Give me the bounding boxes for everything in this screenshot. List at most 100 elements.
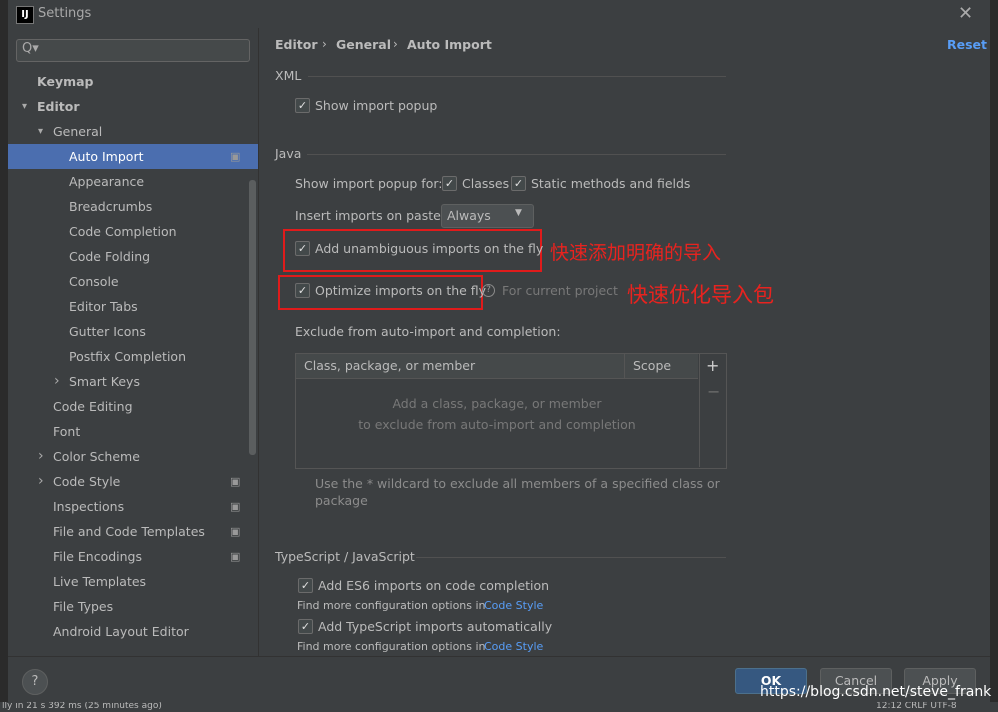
project-settings-icon: ▣ — [230, 525, 241, 538]
help-button[interactable]: ? — [22, 669, 48, 695]
add-unambiguous-checkbox[interactable]: ✓ — [295, 241, 310, 256]
sidebar-item[interactable]: › Color Scheme — [8, 444, 258, 469]
sidebar-item-label: Editor — [37, 99, 80, 114]
column-header-class[interactable]: Class, package, or member — [304, 358, 475, 373]
chevron-right-icon[interactable]: › — [54, 369, 60, 394]
sidebar-item[interactable]: ▾ General — [8, 119, 258, 144]
table-toolbar-divider — [699, 354, 700, 467]
remove-icon: − — [707, 382, 721, 401]
sidebar-item-label: Console — [69, 274, 119, 289]
sidebar-item[interactable]: Code Completion — [8, 219, 258, 244]
sidebar-scrollbar[interactable] — [249, 180, 256, 455]
annotation-note-optimize: 快速优化导入包 — [627, 283, 774, 307]
find-more-label: Find more configuration options in — [297, 599, 486, 612]
add-icon[interactable]: + — [706, 356, 719, 375]
breadcrumb-auto-import: Auto Import — [407, 37, 492, 52]
chevron-right-icon[interactable]: › — [38, 469, 44, 494]
window-title: Settings — [38, 6, 92, 21]
code-style-link[interactable]: Code Style — [484, 640, 543, 653]
breadcrumb-editor[interactable]: Editor — [275, 37, 318, 52]
static-methods-checkbox[interactable]: ✓ — [511, 176, 526, 191]
insert-on-paste-value: Always — [447, 208, 491, 223]
show-import-popup-checkbox[interactable]: ✓ — [295, 98, 310, 113]
wildcard-hint-line-2: package — [315, 493, 368, 508]
add-unambiguous-label: Add unambiguous imports on the fly — [315, 241, 544, 256]
sidebar-item-label: Code Editing — [53, 399, 133, 414]
project-settings-icon: ▣ — [230, 475, 241, 488]
classes-checkbox[interactable]: ✓ — [442, 176, 457, 191]
code-style-link[interactable]: Code Style — [484, 599, 543, 612]
sidebar-item-label: Inspections — [53, 499, 125, 514]
optimize-imports-checkbox[interactable]: ✓ — [295, 283, 310, 298]
sidebar-item[interactable]: Appearance — [8, 169, 258, 194]
sidebar-item[interactable]: › Smart Keys — [8, 369, 258, 394]
sidebar-item[interactable]: Code Editing — [8, 394, 258, 419]
sidebar-item-label: Code Style — [53, 474, 121, 489]
sidebar-item-label: Editor Tabs — [69, 299, 138, 314]
optimize-imports-label: Optimize imports on the fly — [315, 283, 487, 298]
breadcrumb-general[interactable]: General — [336, 37, 391, 52]
table-empty-line-2: to exclude from auto-import and completi… — [358, 417, 636, 432]
sidebar-item[interactable]: Console — [8, 269, 258, 294]
chevron-down-icon[interactable]: ▾ — [38, 119, 43, 144]
sidebar-item-label: Smart Keys — [69, 374, 140, 389]
sidebar-item-label: Color Scheme — [53, 449, 140, 464]
sidebar-item-label: Android Layout Editor — [53, 624, 189, 639]
background-ide-strip-right — [990, 0, 998, 711]
insert-on-paste-label: Insert imports on paste: — [295, 208, 446, 223]
java-section-title: Java — [275, 146, 302, 161]
project-settings-icon: ▣ — [230, 550, 241, 563]
sidebar-item[interactable]: Postfix Completion — [8, 344, 258, 369]
sidebar-item-label: Code Folding — [69, 249, 151, 264]
divider — [416, 557, 726, 558]
close-icon[interactable]: ✕ — [958, 3, 973, 24]
title-bar — [8, 0, 990, 28]
sidebar-item-label: Live Templates — [53, 574, 147, 589]
for-current-project-label: For current project — [502, 283, 618, 298]
annotation-note-unambiguous: 快速添加明确的导入 — [550, 242, 722, 264]
sidebar-item-label: Auto Import — [69, 149, 144, 164]
status-text-right: 12:12 CRLF UTF-8 — [876, 702, 957, 711]
breadcrumb-separator: › — [393, 37, 398, 51]
app-logo-icon: IJ — [16, 6, 34, 24]
ts-auto-imports-label: Add TypeScript imports automatically — [318, 619, 553, 634]
chevron-down-icon[interactable]: ▾ — [22, 94, 27, 119]
sidebar-item[interactable]: Auto Import ▣ — [8, 144, 258, 169]
ts-section-title: TypeScript / JavaScript — [275, 549, 415, 564]
reset-link[interactable]: Reset — [947, 37, 987, 52]
sidebar-item[interactable]: Android Layout Editor — [8, 619, 258, 644]
sidebar-item[interactable]: Inspections ▣ — [8, 494, 258, 519]
sidebar-item-label: File Encodings — [53, 549, 143, 564]
wildcard-hint-line-1: Use the * wildcard to exclude all member… — [315, 476, 720, 491]
es6-imports-label: Add ES6 imports on code completion — [318, 578, 550, 593]
table-empty-line-1: Add a class, package, or member — [392, 396, 602, 411]
watermark: https://blog.csdn.net/steve_frank — [760, 684, 992, 700]
sidebar-item[interactable]: ▾ Editor — [8, 94, 258, 119]
ts-auto-imports-checkbox[interactable]: ✓ — [298, 619, 313, 634]
sidebar-item-label: Postfix Completion — [69, 349, 186, 364]
sidebar-item[interactable]: Font — [8, 419, 258, 444]
exclude-title: Exclude from auto-import and completion: — [295, 324, 561, 339]
sidebar-item[interactable]: Code Folding — [8, 244, 258, 269]
find-more-label: Find more configuration options in — [297, 640, 486, 653]
sidebar-item-label: Keymap — [37, 74, 94, 89]
sidebar-item[interactable]: File Types — [8, 594, 258, 619]
sidebar-item-label: File and Code Templates — [53, 524, 205, 539]
help-icon[interactable]: ? — [482, 284, 495, 297]
es6-imports-checkbox[interactable]: ✓ — [298, 578, 313, 593]
sidebar-item[interactable]: Live Templates — [8, 569, 258, 594]
sidebar-item[interactable]: › Code Style ▣ — [8, 469, 258, 494]
sidebar-item[interactable]: Breadcrumbs — [8, 194, 258, 219]
classes-label: Classes — [462, 176, 510, 191]
chevron-right-icon[interactable]: › — [38, 444, 44, 469]
column-header-scope[interactable]: Scope — [633, 358, 671, 373]
divider — [307, 154, 726, 155]
sidebar-item[interactable]: Editor Tabs — [8, 294, 258, 319]
sidebar-item[interactable]: Gutter Icons — [8, 319, 258, 344]
sidebar-item[interactable]: File and Code Templates ▣ — [8, 519, 258, 544]
search-input[interactable] — [16, 39, 250, 62]
sidebar-item-label: File Types — [53, 599, 114, 614]
breadcrumb-separator: › — [322, 37, 327, 51]
sidebar-item[interactable]: Keymap — [8, 69, 258, 94]
sidebar-item[interactable]: File Encodings ▣ — [8, 544, 258, 569]
